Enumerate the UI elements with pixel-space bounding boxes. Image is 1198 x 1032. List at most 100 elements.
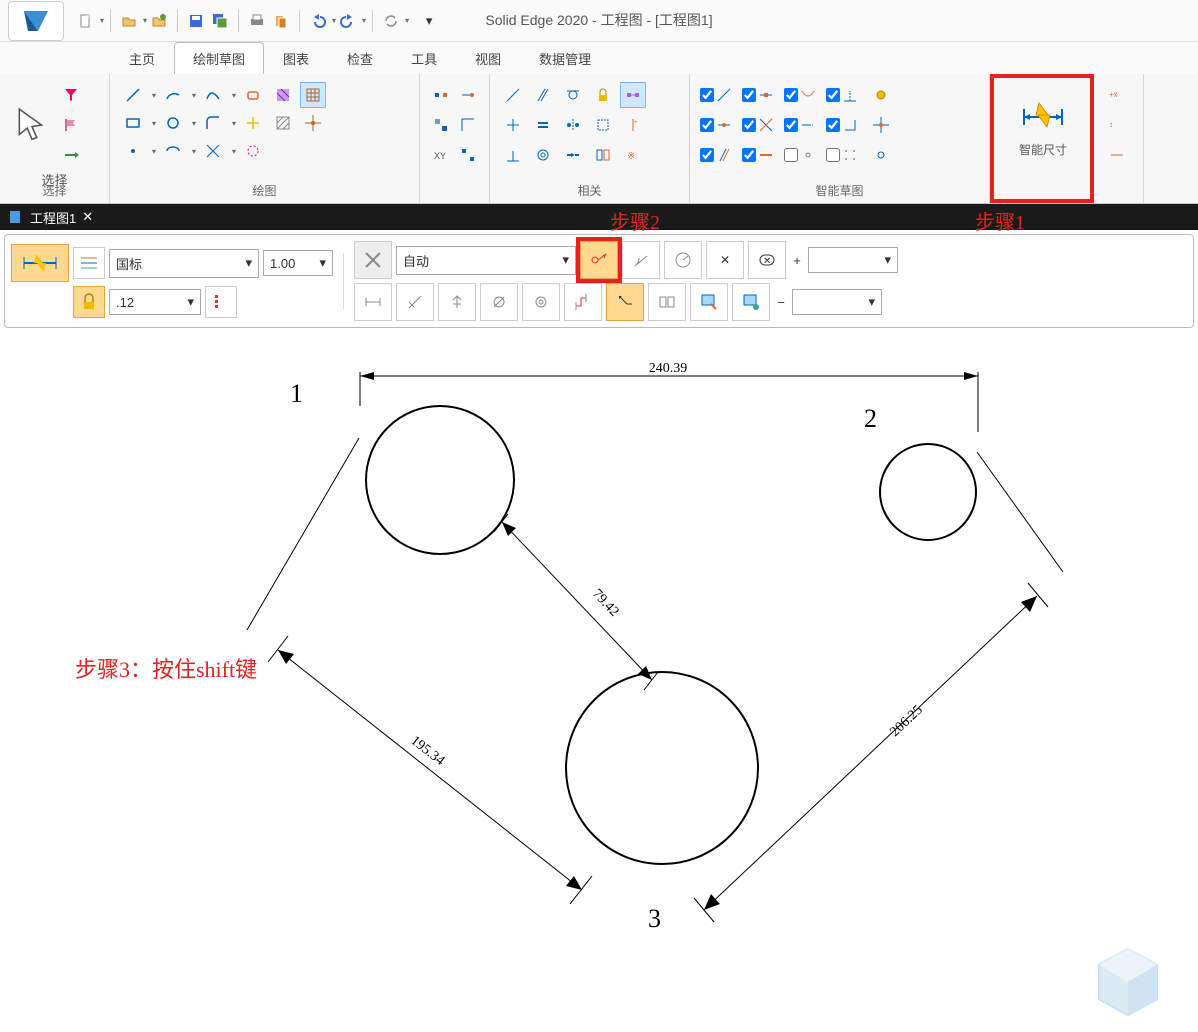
dim-baseline-icon[interactable]: ↕ [1104,112,1130,138]
hatch-icon[interactable] [270,82,296,108]
diameter-dim-icon[interactable] [480,283,518,321]
mirror-rel-icon[interactable] [590,142,616,168]
save-all-icon[interactable] [210,11,230,31]
tolerance-icon[interactable] [205,286,237,318]
open-icon[interactable] [119,11,139,31]
tab-data[interactable]: 数据管理 [520,42,610,74]
ss-intersect-check[interactable] [784,87,822,103]
radial-dim-icon[interactable] [438,283,476,321]
dropdown-icon[interactable]: ▾ [152,91,156,100]
layers-icon[interactable] [271,11,291,31]
circle-icon[interactable] [160,110,186,136]
dim-axis-mode-icon[interactable] [580,241,618,279]
disable-dim-icon[interactable] [354,241,392,279]
x-boxed-icon[interactable]: ✕ [748,241,786,279]
sync-icon[interactable] [381,11,401,31]
precision-dropdown[interactable]: .12▾ [109,289,201,315]
dropdown-icon[interactable]: ▾ [192,91,196,100]
horiz-dim-icon[interactable] [354,283,392,321]
select-filter-icon[interactable] [58,82,84,108]
coincident-icon[interactable] [500,82,526,108]
ss-grid-check[interactable] [826,147,864,163]
parallel-icon[interactable] [530,82,556,108]
dropdown-icon[interactable]: ▾ [232,91,236,100]
convert4-icon[interactable] [457,112,480,138]
convert2-icon[interactable] [457,82,480,108]
smart-dimension-button[interactable]: 智能尺寸 [998,82,1088,172]
circle-1[interactable] [366,406,514,554]
rigid-icon[interactable] [590,112,616,138]
dropdown-icon[interactable]: ▾ [152,119,156,128]
break-icon[interactable] [648,283,686,321]
rectangle-icon[interactable] [120,110,146,136]
undo-icon[interactable] [308,11,328,31]
ss-target-icon[interactable] [868,112,894,138]
dim-chain-icon[interactable] [1104,142,1130,168]
relate-group2-icon[interactable]: + [620,112,646,138]
ss-snap-icon[interactable] [868,142,894,168]
plus-input[interactable]: ▾ [808,247,898,273]
select-flag-icon[interactable] [58,112,84,138]
save-icon[interactable] [186,11,206,31]
oblique-dim-icon[interactable] [396,283,434,321]
dropdown-icon[interactable]: ▾ [405,16,409,25]
ss-midpoint-check[interactable] [742,87,780,103]
collinear-icon[interactable] [560,142,586,168]
ss-horizontal-check[interactable] [742,147,780,163]
style-dropdown[interactable]: 国标▾ [109,249,259,278]
ellipse-arc-icon[interactable] [160,138,186,164]
tab-sketch[interactable]: 绘制草图 [174,42,264,74]
x-mark-icon[interactable]: ✕ [706,241,744,279]
edit1-icon[interactable] [690,283,728,321]
ss-point-check[interactable] [784,147,822,163]
centerline-icon[interactable] [240,110,266,136]
document-tab[interactable]: 工程图1 ✕ [0,204,101,230]
tab-home[interactable]: 主页 [110,42,174,74]
drawing-canvas[interactable]: 240.39 1 2 3 79.42 195.34 [0,332,1198,1032]
dropdown-icon[interactable]: ▾ [232,119,236,128]
convert1-icon[interactable] [430,82,453,108]
convert3-icon[interactable] [430,112,453,138]
dropdown-icon[interactable]: ▾ [192,147,196,156]
tab-inspect[interactable]: 检查 [328,42,392,74]
tab-view[interactable]: 视图 [456,42,520,74]
circle-3[interactable] [566,672,758,864]
select-button[interactable] [10,103,54,147]
tangent-icon[interactable] [560,82,586,108]
spline-icon[interactable] [200,82,226,108]
offset-icon[interactable] [240,82,266,108]
lock-icon[interactable] [590,82,616,108]
customize-qat-icon[interactable]: ▾ [419,11,439,31]
construction-icon[interactable] [240,138,266,164]
ss-parallel-check[interactable] [700,147,738,163]
print-icon[interactable] [247,11,267,31]
grid-icon[interactable] [300,82,326,108]
xy-icon[interactable]: XY [430,142,453,168]
ss-ortho-check[interactable] [826,117,864,133]
smart-dim-active-icon[interactable] [11,244,69,282]
angular-icon[interactable] [664,241,702,279]
fillet-icon[interactable] [200,110,226,136]
relate-misc-icon[interactable]: ※ [620,142,646,168]
dim-xy-icon[interactable]: +x [1104,82,1130,108]
angle-from-icon[interactable] [622,241,660,279]
dropdown-icon[interactable]: ▾ [192,119,196,128]
snap-icon[interactable] [300,110,326,136]
ss-center-check[interactable] [700,117,738,133]
trim-icon[interactable] [200,138,226,164]
arc-icon[interactable] [160,82,186,108]
ss-endpoint-check[interactable] [700,87,738,103]
auto-dropdown[interactable]: 自动▾ [396,246,576,275]
perpendicular-icon[interactable] [500,142,526,168]
symmetric-icon[interactable] [560,112,586,138]
concentric-icon[interactable] [530,142,556,168]
equal-icon[interactable] [530,112,556,138]
edit2-icon[interactable] [732,283,770,321]
circle-2[interactable] [880,444,976,540]
jog-icon[interactable] [564,283,602,321]
gear-icon[interactable] [522,283,560,321]
scale-dropdown[interactable]: 1.00▾ [263,250,333,276]
lock-option-icon[interactable] [73,286,105,318]
ss-perp-check[interactable] [826,87,864,103]
close-icon[interactable]: ✕ [82,209,93,225]
